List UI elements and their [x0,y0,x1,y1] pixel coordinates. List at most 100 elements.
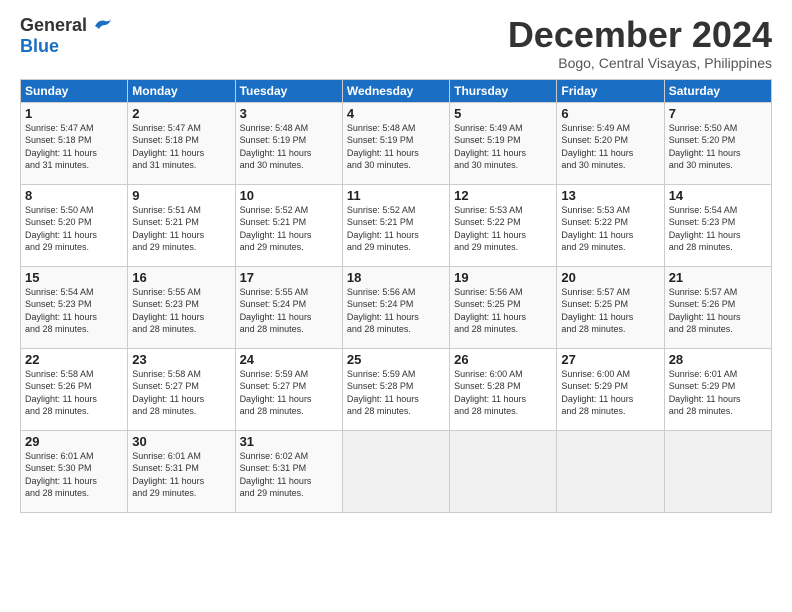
day-info: Sunrise: 5:48 AM Sunset: 5:19 PM Dayligh… [347,122,445,172]
day-number: 7 [669,106,767,121]
cell-w1-d5: 5Sunrise: 5:49 AM Sunset: 5:19 PM Daylig… [450,102,557,184]
cell-w4-d6: 27Sunrise: 6:00 AM Sunset: 5:29 PM Dayli… [557,348,664,430]
cell-w4-d7: 28Sunrise: 6:01 AM Sunset: 5:29 PM Dayli… [664,348,771,430]
col-friday: Friday [557,79,664,102]
day-info: Sunrise: 5:53 AM Sunset: 5:22 PM Dayligh… [561,204,659,254]
day-info: Sunrise: 5:50 AM Sunset: 5:20 PM Dayligh… [25,204,123,254]
day-info: Sunrise: 5:53 AM Sunset: 5:22 PM Dayligh… [454,204,552,254]
day-number: 27 [561,352,659,367]
cell-w3-d4: 18Sunrise: 5:56 AM Sunset: 5:24 PM Dayli… [342,266,449,348]
calendar-table: Sunday Monday Tuesday Wednesday Thursday… [20,79,772,513]
day-info: Sunrise: 6:02 AM Sunset: 5:31 PM Dayligh… [240,450,338,500]
cell-w1-d3: 3Sunrise: 5:48 AM Sunset: 5:19 PM Daylig… [235,102,342,184]
cell-w1-d1: 1Sunrise: 5:47 AM Sunset: 5:18 PM Daylig… [21,102,128,184]
day-info: Sunrise: 5:59 AM Sunset: 5:27 PM Dayligh… [240,368,338,418]
cell-w5-d1: 29Sunrise: 6:01 AM Sunset: 5:30 PM Dayli… [21,430,128,512]
day-info: Sunrise: 5:49 AM Sunset: 5:20 PM Dayligh… [561,122,659,172]
day-number: 21 [669,270,767,285]
day-info: Sunrise: 5:54 AM Sunset: 5:23 PM Dayligh… [25,286,123,336]
logo-blue: Blue [20,36,59,56]
cell-w2-d2: 9Sunrise: 5:51 AM Sunset: 5:21 PM Daylig… [128,184,235,266]
day-info: Sunrise: 5:52 AM Sunset: 5:21 PM Dayligh… [240,204,338,254]
day-info: Sunrise: 6:01 AM Sunset: 5:31 PM Dayligh… [132,450,230,500]
day-info: Sunrise: 5:58 AM Sunset: 5:26 PM Dayligh… [25,368,123,418]
cell-w5-d5 [450,430,557,512]
cell-w2-d3: 10Sunrise: 5:52 AM Sunset: 5:21 PM Dayli… [235,184,342,266]
col-wednesday: Wednesday [342,79,449,102]
calendar-body: 1Sunrise: 5:47 AM Sunset: 5:18 PM Daylig… [21,102,772,512]
day-info: Sunrise: 5:56 AM Sunset: 5:24 PM Dayligh… [347,286,445,336]
cell-w4-d3: 24Sunrise: 5:59 AM Sunset: 5:27 PM Dayli… [235,348,342,430]
cell-w5-d2: 30Sunrise: 6:01 AM Sunset: 5:31 PM Dayli… [128,430,235,512]
day-info: Sunrise: 5:48 AM Sunset: 5:19 PM Dayligh… [240,122,338,172]
cell-w3-d3: 17Sunrise: 5:55 AM Sunset: 5:24 PM Dayli… [235,266,342,348]
day-info: Sunrise: 6:00 AM Sunset: 5:29 PM Dayligh… [561,368,659,418]
cell-w2-d7: 14Sunrise: 5:54 AM Sunset: 5:23 PM Dayli… [664,184,771,266]
day-number: 8 [25,188,123,203]
day-number: 30 [132,434,230,449]
cell-w1-d7: 7Sunrise: 5:50 AM Sunset: 5:20 PM Daylig… [664,102,771,184]
col-tuesday: Tuesday [235,79,342,102]
col-sunday: Sunday [21,79,128,102]
day-info: Sunrise: 5:57 AM Sunset: 5:26 PM Dayligh… [669,286,767,336]
day-info: Sunrise: 5:59 AM Sunset: 5:28 PM Dayligh… [347,368,445,418]
day-number: 28 [669,352,767,367]
day-number: 18 [347,270,445,285]
col-saturday: Saturday [664,79,771,102]
cell-w3-d6: 20Sunrise: 5:57 AM Sunset: 5:25 PM Dayli… [557,266,664,348]
logo-bird-icon [91,17,113,35]
cell-w2-d4: 11Sunrise: 5:52 AM Sunset: 5:21 PM Dayli… [342,184,449,266]
cell-w4-d1: 22Sunrise: 5:58 AM Sunset: 5:26 PM Dayli… [21,348,128,430]
week-row-1: 1Sunrise: 5:47 AM Sunset: 5:18 PM Daylig… [21,102,772,184]
cell-w2-d5: 12Sunrise: 5:53 AM Sunset: 5:22 PM Dayli… [450,184,557,266]
day-number: 29 [25,434,123,449]
day-number: 13 [561,188,659,203]
day-number: 17 [240,270,338,285]
day-number: 23 [132,352,230,367]
day-info: Sunrise: 5:54 AM Sunset: 5:23 PM Dayligh… [669,204,767,254]
cell-w3-d1: 15Sunrise: 5:54 AM Sunset: 5:23 PM Dayli… [21,266,128,348]
cell-w5-d3: 31Sunrise: 6:02 AM Sunset: 5:31 PM Dayli… [235,430,342,512]
week-row-5: 29Sunrise: 6:01 AM Sunset: 5:30 PM Dayli… [21,430,772,512]
day-number: 4 [347,106,445,121]
day-info: Sunrise: 5:50 AM Sunset: 5:20 PM Dayligh… [669,122,767,172]
title-block: December 2024 Bogo, Central Visayas, Phi… [508,15,772,71]
cell-w3-d5: 19Sunrise: 5:56 AM Sunset: 5:25 PM Dayli… [450,266,557,348]
day-info: Sunrise: 5:49 AM Sunset: 5:19 PM Dayligh… [454,122,552,172]
cell-w5-d4 [342,430,449,512]
cell-w2-d1: 8Sunrise: 5:50 AM Sunset: 5:20 PM Daylig… [21,184,128,266]
day-number: 19 [454,270,552,285]
cell-w3-d2: 16Sunrise: 5:55 AM Sunset: 5:23 PM Dayli… [128,266,235,348]
cell-w1-d2: 2Sunrise: 5:47 AM Sunset: 5:18 PM Daylig… [128,102,235,184]
cell-w4-d4: 25Sunrise: 5:59 AM Sunset: 5:28 PM Dayli… [342,348,449,430]
cell-w1-d6: 6Sunrise: 5:49 AM Sunset: 5:20 PM Daylig… [557,102,664,184]
day-info: Sunrise: 5:52 AM Sunset: 5:21 PM Dayligh… [347,204,445,254]
cell-w4-d2: 23Sunrise: 5:58 AM Sunset: 5:27 PM Dayli… [128,348,235,430]
day-number: 22 [25,352,123,367]
day-info: Sunrise: 5:56 AM Sunset: 5:25 PM Dayligh… [454,286,552,336]
logo: General Blue [20,15,113,57]
day-number: 10 [240,188,338,203]
day-info: Sunrise: 5:51 AM Sunset: 5:21 PM Dayligh… [132,204,230,254]
day-number: 20 [561,270,659,285]
day-number: 3 [240,106,338,121]
day-number: 16 [132,270,230,285]
day-number: 5 [454,106,552,121]
col-monday: Monday [128,79,235,102]
day-info: Sunrise: 6:01 AM Sunset: 5:29 PM Dayligh… [669,368,767,418]
calendar-header-row: Sunday Monday Tuesday Wednesday Thursday… [21,79,772,102]
cell-w1-d4: 4Sunrise: 5:48 AM Sunset: 5:19 PM Daylig… [342,102,449,184]
day-number: 15 [25,270,123,285]
day-number: 24 [240,352,338,367]
cell-w2-d6: 13Sunrise: 5:53 AM Sunset: 5:22 PM Dayli… [557,184,664,266]
cell-w3-d7: 21Sunrise: 5:57 AM Sunset: 5:26 PM Dayli… [664,266,771,348]
day-number: 2 [132,106,230,121]
day-info: Sunrise: 5:47 AM Sunset: 5:18 PM Dayligh… [132,122,230,172]
day-number: 31 [240,434,338,449]
day-number: 9 [132,188,230,203]
subtitle: Bogo, Central Visayas, Philippines [508,55,772,71]
logo-general: General [20,15,87,36]
month-title: December 2024 [508,15,772,55]
cell-w5-d6 [557,430,664,512]
day-info: Sunrise: 5:47 AM Sunset: 5:18 PM Dayligh… [25,122,123,172]
